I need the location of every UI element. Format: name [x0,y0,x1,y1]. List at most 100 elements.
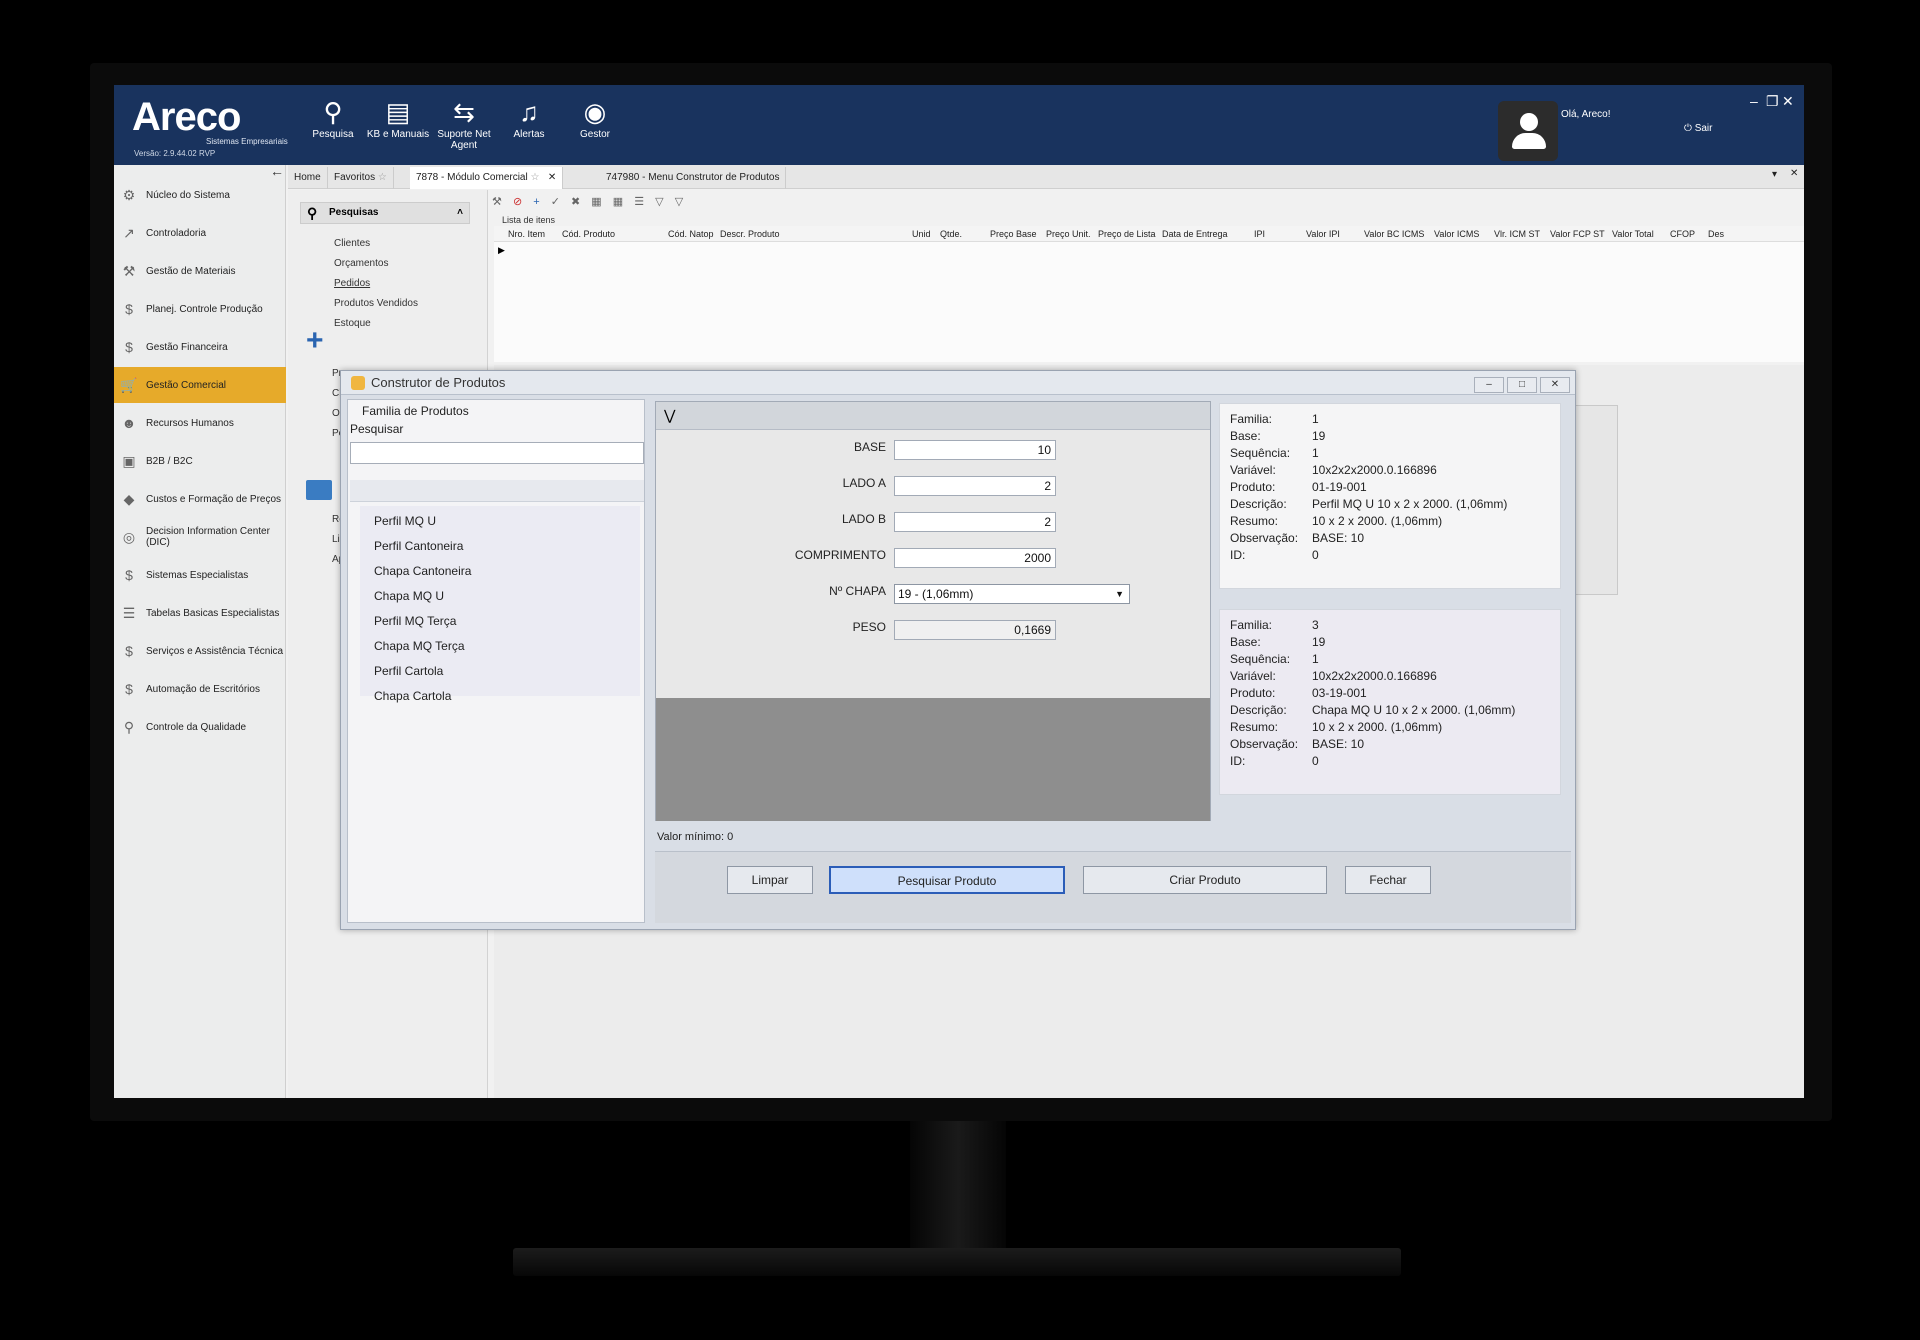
plus-icon[interactable]: + [306,324,324,358]
chapa-select[interactable]: 19 - (1,06mm) ▼ [894,584,1130,604]
info-row: Sequência: 1 [1230,446,1319,460]
sidebar-item-materiais[interactable]: ⚒ Gestão de Materiais [114,253,286,289]
list-item[interactable]: Chapa MQ Terça [374,639,465,653]
add-icon[interactable]: + [533,196,539,208]
dialog-minimize-button[interactable]: – [1474,377,1504,393]
pesquisas-header[interactable]: ⚲ Pesquisas ˄ [300,202,470,224]
lado-a-field[interactable]: 2 [894,476,1056,496]
sidebar-item-controladoria[interactable]: ↗ Controladoria [114,215,286,251]
list-item[interactable]: Perfil Cartola [374,664,443,678]
star-icon[interactable]: ☆ [531,172,540,183]
restore-icon[interactable]: ❐ [1766,93,1779,110]
column-header[interactable]: Valor BC ICMS [1364,229,1424,239]
list-item[interactable]: Perfil Cantoneira [374,539,463,553]
sidebar-item-b2b[interactable]: ▣ B2B / B2C [114,443,286,479]
info-row: Descrição: Chapa MQ U 10 x 2 x 2000. (1,0… [1230,703,1515,717]
column-header[interactable]: Valor FCP ST [1550,229,1605,239]
sidebar-item-servicos[interactable]: $ Serviços e Assistência Técnica [114,633,286,669]
sidebar-item-custos[interactable]: ◆ Custos e Formação de Preços [114,481,286,517]
close-icon[interactable]: ✕ [1782,93,1794,110]
column-header[interactable]: Unid [912,229,931,239]
column-header[interactable]: Vlr. ICM ST [1494,229,1540,239]
grid-icon[interactable]: ▦ [613,196,623,208]
column-header[interactable]: Cód. Natop [668,229,714,239]
items-grid-body[interactable] [494,242,1804,362]
peso-field[interactable]: 0,1669 [894,620,1056,640]
toolbar-gestor-button[interactable]: ◉ Gestor [562,95,628,140]
tab-construtor[interactable]: 747980 - Menu Construtor de Produtos [600,167,787,189]
column-header[interactable]: Descr. Produto [720,229,780,239]
column-header[interactable]: Valor Total [1612,229,1654,239]
clear-button[interactable]: Limpar [727,866,813,894]
list-item[interactable]: Perfil MQ Terça [374,614,456,628]
sidebar-item-automacao[interactable]: $ Automação de Escritórios [114,671,286,707]
column-header[interactable]: Preço Base [990,229,1037,239]
delete-icon[interactable]: ⊘ [513,196,522,208]
dialog-title-bar[interactable]: Construtor de Produtos [341,371,1575,395]
column-header[interactable]: Des [1708,229,1724,239]
parameters-body: BASE 10 LADO A 2 LADO B 2 COMPRIMENTO 20… [656,430,1210,698]
link-produtos-vendidos[interactable]: Produtos Vendidos [334,298,418,309]
avatar[interactable] [1498,101,1558,161]
sidebar-item-financeira[interactable]: $ Gestão Financeira [114,329,286,365]
grid-icon[interactable]: ▦ [591,196,601,208]
tab-dropdown-icon[interactable]: ▾ [1772,169,1777,180]
sidebar-item-nucleo[interactable]: ⚙ Núcleo do Sistema [114,177,286,213]
tool-icon[interactable]: ⚒ [492,196,502,208]
column-header[interactable]: Preço Unit. [1046,229,1091,239]
toolbar-search-button[interactable]: ⚲ Pesquisa [300,95,366,140]
folder-icon[interactable] [306,480,332,500]
tab-modulo-comercial[interactable]: 7878 - Módulo Comercial ☆ ✕ [410,167,564,189]
column-header[interactable]: Valor ICMS [1434,229,1479,239]
sidebar-item-especialistas[interactable]: $ Sistemas Especialistas [114,557,286,593]
sidebar-item-comercial[interactable]: 🛒 Gestão Comercial [114,367,286,403]
sidebar-item-rh[interactable]: ☻ Recursos Humanos [114,405,286,441]
sidebar-item-dic[interactable]: ◎ Decision Information Center (DIC) [114,519,286,555]
sidebar-item-qualidade[interactable]: ⚲ Controle da Qualidade [114,709,286,745]
dialog-close-button[interactable]: ✕ [1540,377,1570,393]
tab-home[interactable]: Home [288,167,328,189]
dialog-maximize-button[interactable]: □ [1507,377,1537,393]
create-product-button[interactable]: Criar Produto [1083,866,1327,894]
filter-icon[interactable]: ▽ [655,196,663,208]
column-header[interactable]: Nro. Item [508,229,545,239]
family-search-input[interactable] [350,442,644,464]
column-header[interactable]: CFOP [1670,229,1695,239]
toolbar-kb-button[interactable]: ▤ KB e Manuais [365,95,431,140]
column-header[interactable]: Qtde. [940,229,962,239]
sidebar-item-tabelas[interactable]: ☰ Tabelas Basicas Especialistas [114,595,286,631]
tab-favoritos[interactable]: Favoritos ☆ [328,167,394,189]
tab-close-icon[interactable]: ✕ [548,172,556,183]
link-estoque[interactable]: Estoque [334,318,371,329]
tab-close-all-icon[interactable]: ✕ [1790,168,1798,179]
link-pedidos[interactable]: Pedidos [334,278,370,289]
list-icon[interactable]: ☰ [634,196,644,208]
toolbar-alerts-button[interactable]: ♫ Alertas [496,95,562,140]
lado-b-field[interactable]: 2 [894,512,1056,532]
comprimento-field[interactable]: 2000 [894,548,1056,568]
list-item[interactable]: Chapa Cantoneira [374,564,471,578]
star-icon[interactable]: ☆ [378,172,387,183]
link-clientes[interactable]: Clientes [334,238,370,249]
minimize-icon[interactable]: – [1750,93,1758,109]
list-item[interactable]: Chapa MQ U [374,589,444,603]
filter-icon[interactable]: ▽ [675,196,683,208]
cut-icon[interactable]: ✖ [571,196,580,208]
row-pointer-icon: ▶ [498,245,505,255]
column-header[interactable]: Data de Entrega [1162,229,1228,239]
logout-button[interactable]: ⏻ Sair [1684,123,1713,134]
column-header[interactable]: Preço de Lista [1098,229,1156,239]
link-orcamentos[interactable]: Orçamentos [334,258,388,269]
list-item[interactable]: Chapa Cartola [374,689,451,703]
toolbar-support-button[interactable]: ⇆ Suporte Net Agent [431,95,497,151]
column-header[interactable]: Cód. Produto [562,229,615,239]
parameters-header[interactable]: ⋁ [656,402,1210,430]
check-icon[interactable]: ✓ [551,196,560,208]
list-item[interactable]: Perfil MQ U [374,514,436,528]
column-header[interactable]: IPI [1254,229,1265,239]
sidebar-item-producao[interactable]: $ Planej. Controle Produção [114,291,286,327]
base-field[interactable]: 10 [894,440,1056,460]
search-product-button[interactable]: Pesquisar Produto [829,866,1065,894]
column-header[interactable]: Valor IPI [1306,229,1340,239]
close-button[interactable]: Fechar [1345,866,1431,894]
